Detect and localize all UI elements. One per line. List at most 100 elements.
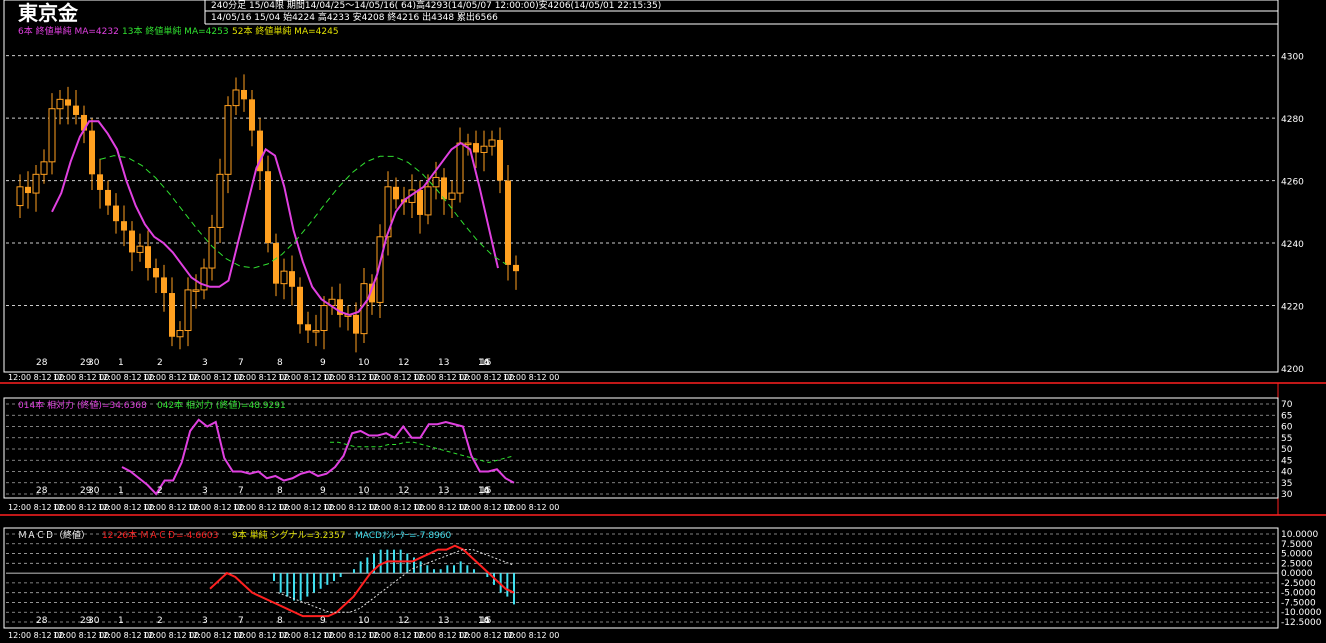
candle-up (136, 245, 144, 253)
day-label: 8 (277, 358, 283, 368)
candle-up (184, 289, 192, 332)
day-label: 12 (398, 616, 409, 626)
day-label: 9 (320, 358, 326, 368)
time-tick-label: 12:00 8:12 00 (503, 631, 559, 640)
day-label: 7 (238, 358, 244, 368)
rsi-tick-label: 50 (1281, 445, 1293, 455)
day-label: 2 (157, 486, 163, 496)
rsi-tick-label: 70 (1281, 400, 1293, 410)
day-label: 7 (238, 486, 244, 496)
rsi-tick-label: 65 (1281, 411, 1292, 421)
rsi-tick-label: 45 (1281, 456, 1292, 466)
day-label: 9 (320, 486, 326, 496)
candle-down (273, 243, 279, 284)
candle-down (497, 139, 503, 181)
day-label: 2 (157, 358, 163, 368)
chart-canvas: 東京金 240分足 15/04限 期間14/04/25～14/05/16( 64… (0, 0, 1326, 640)
macd-tick-label: -7.5000 (1281, 598, 1316, 608)
day-label: 13 (438, 486, 449, 496)
candle-down (129, 230, 135, 253)
rsi14-legend: 014本 相対力 (終値)=34.6368 (18, 399, 147, 411)
candle-down (305, 324, 311, 331)
day-label: 9 (320, 616, 326, 626)
candle-down (105, 189, 111, 206)
price-tick-label: 4200 (1281, 365, 1304, 375)
ma13-line (99, 155, 507, 269)
candle-up (176, 330, 184, 338)
day-label: 16 (478, 616, 490, 626)
candle-down (161, 277, 167, 294)
period-info-line: 240分足 15/04限 期間14/04/25～14/05/16( 64)高42… (211, 0, 661, 11)
macd-tick-label: -2.5000 (1281, 579, 1316, 589)
day-label: 3 (202, 616, 208, 626)
time-tick-label: 12:00 8:12 00 (503, 373, 559, 382)
macd-tick-label: 2.5000 (1281, 559, 1313, 569)
candle-down (441, 177, 447, 200)
day-label: 2 (157, 616, 163, 626)
candle-down (265, 171, 271, 244)
oscillator-legend: MACDｵｼﾚｰﾀｰ=-7.8960 (355, 530, 452, 541)
day-label: 1 (118, 358, 124, 368)
candle-up (424, 186, 432, 216)
candle-down (89, 130, 95, 175)
candle-down (417, 189, 423, 215)
day-label: 28 (36, 486, 48, 496)
macd-legend: 12-26本 ＭＡＣＤ=-4.6603 (102, 529, 218, 541)
macd-tick-label: 5.0000 (1281, 550, 1313, 560)
candle-down (505, 180, 511, 265)
day-label: 10 (358, 486, 370, 496)
macd-tick-label: 7.5000 (1281, 540, 1313, 550)
rsi42-legend: 042本 相対力 (終値)=48.9291 (157, 399, 286, 411)
last-bar-info-line: 14/05/16 15/04 始4224 高4233 安4208 終4216 出… (211, 11, 498, 23)
price-tick-label: 4240 (1281, 240, 1304, 250)
rsi-tick-label: 60 (1281, 423, 1293, 433)
candle-down (169, 293, 175, 337)
candle-up (32, 173, 40, 194)
candle-down (153, 268, 159, 278)
day-label: 28 (36, 358, 48, 368)
macd-tick-label: 0.0000 (1281, 569, 1313, 579)
candle-down (241, 89, 247, 100)
macd-tick-label: 10.0000 (1281, 530, 1318, 540)
candle-up (432, 176, 440, 188)
day-label: 10 (358, 616, 370, 626)
macd-title-legend: ＭＡＣＤ（終値） (18, 529, 90, 541)
candle-down (65, 99, 71, 106)
candle-down (473, 143, 479, 153)
day-label: 30 (88, 358, 100, 368)
time-tick-label: 12:00 8:12 00 (503, 503, 559, 512)
macd-line (209, 544, 515, 618)
candle-up (456, 142, 464, 194)
candle-down (113, 205, 119, 222)
price-tick-label: 4300 (1281, 53, 1304, 63)
signal-legend: 9本 単純 シグナル=3.2357 (232, 529, 345, 541)
macd-tick-label: -12.5000 (1281, 618, 1322, 628)
ma52-legend: 52本 終値単純 MA=4245 (232, 25, 339, 37)
candle-up (200, 267, 208, 291)
day-label: 1 (118, 616, 124, 626)
price-tick-label: 4220 (1281, 303, 1304, 313)
rsi-tick-label: 40 (1281, 468, 1293, 478)
candle-down (97, 174, 103, 190)
day-label: 28 (36, 616, 48, 626)
day-label: 16 (478, 486, 490, 496)
macd-panel-frame (3, 527, 1279, 629)
candle-down (25, 186, 31, 194)
candle-up (320, 305, 328, 332)
candle-down (513, 264, 519, 272)
candle-up (448, 192, 456, 200)
day-label: 3 (202, 486, 208, 496)
day-label: 12 (398, 358, 409, 368)
ma6-legend: 6本 終値単純 MA=4232 (18, 25, 119, 37)
candle-up (232, 89, 240, 107)
day-label: 12 (398, 486, 409, 496)
macd-tick-label: -5.0000 (1281, 589, 1316, 599)
candle-up (216, 173, 224, 228)
day-label: 3 (202, 358, 208, 368)
candle-up (56, 98, 64, 110)
candle-up (48, 108, 56, 163)
candle-down (297, 286, 303, 325)
rsi-tick-label: 55 (1281, 434, 1292, 444)
candle-down (145, 246, 151, 269)
macd-tick-label: -10.0000 (1281, 608, 1322, 618)
